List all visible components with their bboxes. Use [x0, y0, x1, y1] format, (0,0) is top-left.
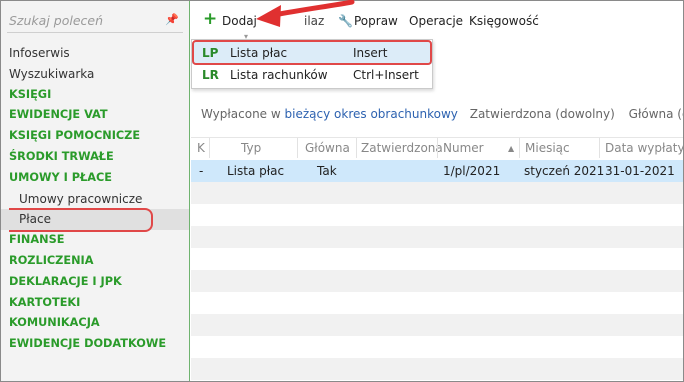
menu-item-label: Lista płac — [230, 46, 288, 60]
sidebar-item-srodki-trwale[interactable]: ŚRODKI TRWAŁE — [1, 147, 189, 168]
sidebar-item-place[interactable]: Płace — [1, 209, 189, 231]
cell-miesiac: styczeń 2021 — [524, 164, 605, 178]
col-separator — [297, 138, 298, 158]
empty-row — [191, 336, 683, 358]
col-header-numer[interactable]: Numer — [443, 141, 484, 155]
sidebar-item-rozliczenia[interactable]: ROZLICZENIA — [1, 251, 189, 272]
add-button[interactable]: + Dodaj ▾ — [203, 10, 257, 41]
col-header-miesiac[interactable]: Miesiąc — [525, 141, 570, 155]
sidebar-item-umowy-i-place[interactable]: UMOWY I PŁACE — [1, 168, 189, 189]
operations-menu[interactable]: Operacje — [409, 12, 463, 30]
col-separator — [209, 138, 210, 158]
search-box[interactable]: Szukaj poleceń 📌 — [7, 8, 183, 33]
edit-button[interactable]: 🔧 Popraw — [338, 12, 398, 30]
sidebar-item-kartoteki[interactable]: KARTOTEKI — [1, 293, 189, 314]
cell-typ: Lista płac — [227, 164, 285, 178]
pin-icon[interactable]: 📌 — [165, 13, 179, 26]
cell-k: - — [199, 164, 204, 178]
cell-numer: 1/pl/2021 — [443, 164, 501, 178]
menu-item-lista-rachunkow[interactable]: LR Lista rachunków Ctrl+Insert — [192, 64, 432, 86]
menu-item-lista-plac[interactable]: LP Lista płac Insert — [192, 42, 432, 64]
empty-row — [191, 226, 683, 248]
paid-filter-prefix: Wypłacone w — [201, 107, 281, 121]
col-header-k[interactable]: K — [197, 141, 205, 155]
menu-item-label: Lista rachunków — [230, 68, 328, 82]
sidebar-nav: Infoserwis Wyszukiwarka KSIĘGI EWIDENCJE… — [1, 43, 189, 355]
sidebar: Szukaj poleceń 📌 Infoserwis Wyszukiwarka… — [1, 1, 190, 381]
table-row[interactable]: - Lista płac Tak 1/pl/2021 styczeń 2021 … — [191, 160, 683, 182]
accounting-menu[interactable]: Księgowość — [469, 12, 539, 30]
sidebar-item-deklaracje-i-jpk[interactable]: DEKLARACJE I JPK — [1, 272, 189, 293]
col-header-glowna[interactable]: Główna — [305, 141, 350, 155]
col-separator — [437, 138, 438, 158]
menu-item-shortcut: Ctrl+Insert — [353, 68, 419, 82]
empty-row — [191, 292, 683, 314]
sidebar-item-wyszukiwarka[interactable]: Wyszukiwarka — [1, 64, 189, 85]
app-window: Szukaj poleceń 📌 Infoserwis Wyszukiwarka… — [0, 0, 684, 382]
lp-code-icon: LP — [202, 46, 219, 60]
sidebar-item-ewidencje-vat[interactable]: EWIDENCJE VAT — [1, 105, 189, 126]
empty-row — [191, 358, 683, 380]
add-dropdown-menu: LP Lista płac Insert LR Lista rachunków … — [191, 39, 433, 89]
sidebar-item-infoserwis[interactable]: Infoserwis — [1, 43, 189, 64]
col-separator — [599, 138, 600, 158]
wrench-icon: 🔧 — [338, 14, 353, 28]
col-header-zatwierdzona[interactable]: Zatwierdzona — [361, 141, 443, 155]
add-button-label: Dodaj — [222, 14, 257, 28]
col-header-typ[interactable]: Typ — [241, 141, 261, 155]
sort-asc-icon: ▲ — [508, 144, 515, 153]
col-separator — [356, 138, 357, 158]
empty-row — [191, 248, 683, 270]
lr-code-icon: LR — [202, 68, 219, 82]
edit-button-label: Popraw — [354, 14, 398, 28]
sidebar-item-komunikacja[interactable]: KOMUNIKACJA — [1, 313, 189, 334]
toolbar: + Dodaj ▾ ilaz 🔧 Popraw Operacje Księgow… — [190, 1, 683, 41]
sidebar-item-ksiegi-pomocnicze[interactable]: KSIĘGI POMOCNICZE — [1, 126, 189, 147]
cell-data-wyplaty: 31-01-2021 — [605, 164, 675, 178]
cell-glowna: Tak — [317, 164, 337, 178]
sidebar-item-ewidencje-dodatkowe[interactable]: EWIDENCJE DODATKOWE — [1, 334, 189, 355]
empty-row — [191, 270, 683, 292]
empty-row — [191, 182, 683, 204]
empty-row — [191, 204, 683, 226]
paid-period-link[interactable]: bieżący okres obrachunkowy — [285, 107, 458, 121]
sidebar-item-umowy-pracownicze[interactable]: Umowy pracownicze — [1, 189, 189, 210]
partial-toolbar-button[interactable]: ilaz — [304, 12, 324, 30]
main-filter[interactable]: Główna (dowolny) — [629, 107, 683, 121]
filter-bar: Wypłacone w bieżący okres obrachunkowy Z… — [201, 107, 683, 121]
sidebar-item-ksiegi[interactable]: KSIĘGI — [1, 85, 189, 106]
col-separator — [519, 138, 520, 158]
approved-filter[interactable]: Zatwierdzona (dowolny) — [470, 107, 615, 121]
sidebar-item-finanse[interactable]: FINANSE — [1, 230, 189, 251]
plus-icon: + — [203, 9, 218, 29]
empty-row — [191, 314, 683, 336]
menu-item-shortcut: Insert — [353, 46, 388, 60]
col-header-data-wyplaty[interactable]: Data wypłaty — [605, 141, 683, 155]
search-input[interactable]: Szukaj poleceń — [9, 13, 103, 28]
